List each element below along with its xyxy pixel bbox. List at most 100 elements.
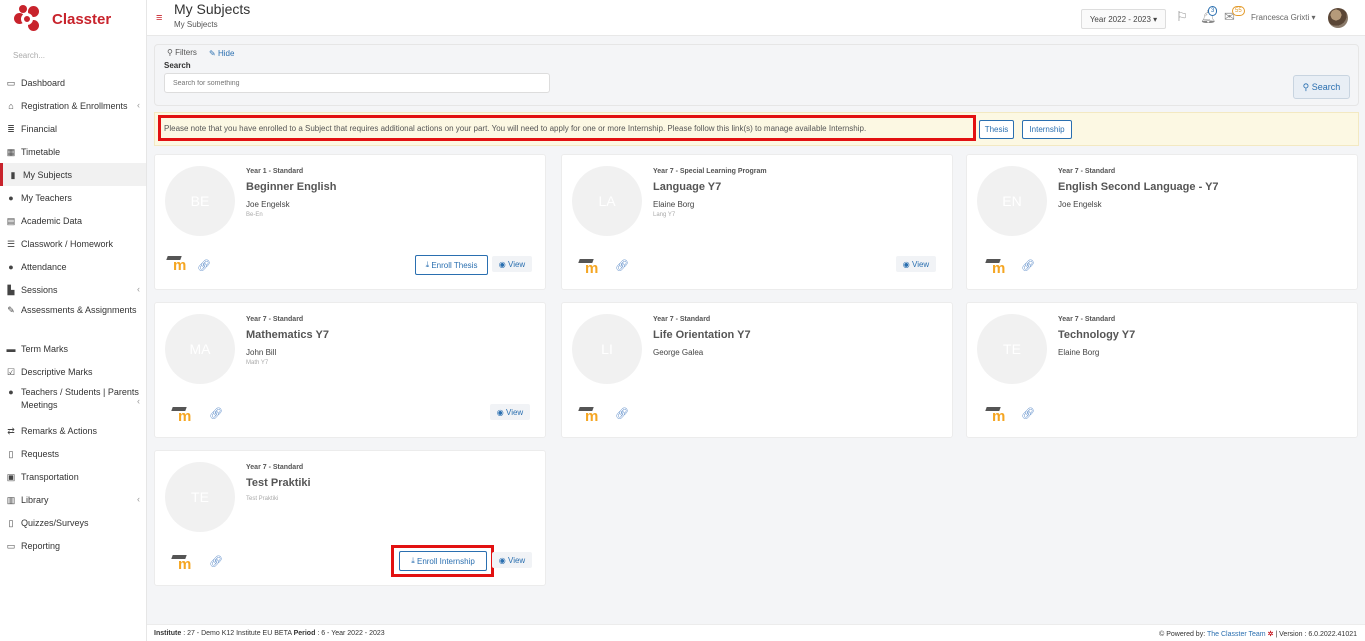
- footer-credits: © Powered by: The Classter Team ✲ | Vers…: [1159, 630, 1357, 638]
- sidebar-item-classwork[interactable]: ☰ Classwork / Homework: [0, 232, 146, 255]
- sidebar-item-remarks[interactable]: ⇄ Remarks & Actions: [0, 419, 146, 442]
- sidebar-item-library[interactable]: ▥ Library ‹: [0, 488, 146, 511]
- card-icon: ▬: [6, 343, 16, 354]
- id-card-icon: ▤: [6, 215, 16, 226]
- subject-teacher: Joe Engelsk: [1058, 200, 1102, 209]
- thesis-button[interactable]: Thesis: [979, 120, 1014, 139]
- view-button[interactable]: ◉ View: [490, 404, 530, 420]
- sidebar-item-attendance[interactable]: ● Attendance: [0, 255, 146, 278]
- messages-badge: 55: [1232, 6, 1245, 16]
- check-square-icon: ☑: [6, 366, 16, 377]
- sidebar-item-transportation[interactable]: ▣ Transportation: [0, 465, 146, 488]
- view-button[interactable]: ◉ View: [492, 552, 532, 568]
- search-button[interactable]: ⚲ Search: [1293, 75, 1350, 99]
- sidebar-item-registration[interactable]: ⌂ Registration & Enrollments ‹: [0, 94, 146, 117]
- clipboard-icon: ▯: [8, 517, 14, 528]
- link-icon[interactable]: 🔗︎: [209, 555, 223, 568]
- subject-teacher: John Bill: [246, 348, 277, 357]
- view-label: View: [506, 407, 524, 417]
- link-icon[interactable]: 🔗︎: [1021, 259, 1035, 272]
- menu-toggle-icon[interactable]: ≡: [156, 12, 162, 24]
- sidebar-item-requests[interactable]: ▯ Requests: [0, 442, 146, 465]
- link-icon[interactable]: 🔗︎: [615, 259, 629, 272]
- institute-label: Institute: [154, 630, 182, 637]
- sidebar-item-academic-data[interactable]: ▤ Academic Data: [0, 209, 146, 232]
- subject-meta: Year 1 - Standard: [246, 168, 304, 175]
- sidebar-item-label: Descriptive Marks: [21, 366, 93, 377]
- sidebar-item-descriptive-marks[interactable]: ☑ Descriptive Marks: [0, 360, 146, 383]
- hide-filters-link[interactable]: ✎ Hide: [209, 49, 234, 58]
- moodle-icon[interactable]: m: [171, 555, 196, 572]
- subject-title: Language Y7: [653, 181, 722, 193]
- view-button[interactable]: ◉ View: [492, 256, 532, 272]
- chevron-left-icon: ‹: [137, 99, 140, 110]
- enroll-thesis-button[interactable]: ⤓ Enroll Thesis: [415, 255, 488, 275]
- breadcrumb[interactable]: My Subjects: [174, 20, 218, 29]
- sidebar-item-term-marks[interactable]: ▬ Term Marks: [0, 337, 146, 360]
- footer-info: Institute : 27 - Demo K12 Institute EU B…: [154, 630, 385, 637]
- moodle-icon[interactable]: m: [171, 407, 196, 424]
- footer: Institute : 27 - Demo K12 Institute EU B…: [147, 624, 1365, 641]
- sidebar-item-my-teachers[interactable]: ● My Teachers: [0, 186, 146, 209]
- user-name: Francesca Grixti: [1251, 13, 1310, 22]
- sidebar-item-label: Term Marks: [21, 343, 68, 354]
- sidebar-item-assessments[interactable]: ✎ Assessments & Assignments: [0, 301, 146, 337]
- subject-avatar: TE: [165, 462, 235, 532]
- sidebar-item-financial[interactable]: ≣ Financial: [0, 117, 146, 140]
- sidebar-item-meetings[interactable]: ● Teachers / Students | Parents Meetings ‹: [0, 383, 146, 419]
- period-label: Period: [293, 630, 316, 637]
- sidebar-item-label: Attendance: [21, 261, 67, 272]
- subject-card: LA Year 7 - Special Learning Program Lan…: [561, 154, 953, 290]
- classter-logo[interactable]: Classter: [14, 5, 111, 32]
- sidebar-item-label: Transportation: [21, 471, 79, 482]
- edit-icon: ✎: [7, 305, 15, 315]
- subject-meta: Year 7 - Standard: [246, 316, 304, 323]
- subject-code: Be-En: [246, 212, 263, 218]
- internship-button[interactable]: Internship: [1022, 120, 1072, 139]
- sidebar-item-label: Dashboard: [21, 77, 66, 88]
- hide-label: Hide: [217, 49, 235, 58]
- subject-title: Technology Y7: [1058, 329, 1136, 341]
- sidebar-item-label: Remarks & Actions: [21, 425, 98, 436]
- random-icon: ⇄: [7, 425, 15, 436]
- user-menu[interactable]: Francesca Grixti ▾: [1251, 13, 1315, 22]
- version-label: | Version : 6.0.2022.41021: [1275, 631, 1357, 638]
- moodle-icon[interactable]: m: [166, 256, 191, 273]
- year-select[interactable]: Year 2022 - 2023 ▾: [1081, 9, 1166, 29]
- view-label: View: [508, 259, 526, 269]
- subject-card: TE Year 7 - Standard Technology Y7 Elain…: [966, 302, 1358, 438]
- sidebar-item-dashboard[interactable]: ▭ Dashboard: [0, 71, 146, 94]
- enroll-internship-button[interactable]: ⤓ Enroll Internship: [399, 551, 487, 571]
- moodle-icon[interactable]: m: [578, 407, 603, 424]
- sidebar-item-my-subjects[interactable]: ▮ My Subjects: [0, 163, 146, 186]
- search-input[interactable]: [164, 73, 550, 93]
- sidebar-search-input[interactable]: Search...: [13, 51, 45, 60]
- link-icon[interactable]: 🔗︎: [615, 407, 629, 420]
- flag-icon[interactable]: ⚐: [1176, 9, 1188, 25]
- avatar[interactable]: [1328, 8, 1348, 28]
- link-icon[interactable]: 🔗︎: [197, 259, 211, 272]
- sidebar-item-reporting[interactable]: ▭ Reporting: [0, 534, 146, 557]
- subject-avatar: LA: [572, 166, 642, 236]
- subject-meta: Year 7 - Standard: [653, 316, 711, 323]
- sidebar-item-sessions[interactable]: ▙ Sessions ‹: [0, 278, 146, 301]
- library-icon: ▥: [6, 494, 16, 505]
- classter-team-link[interactable]: The Classter Team: [1207, 631, 1266, 638]
- classter-small-logo-icon: ✲: [1267, 631, 1274, 638]
- users-icon: ●: [8, 192, 14, 203]
- view-button[interactable]: ◉ View: [896, 256, 936, 272]
- year-select-value: Year 2022 - 2023: [1089, 14, 1151, 24]
- sidebar-item-label: Assessments & Assignments: [21, 305, 137, 315]
- sidebar-item-quizzes[interactable]: ▯ Quizzes/Surveys: [0, 511, 146, 534]
- moodle-icon[interactable]: m: [985, 407, 1010, 424]
- print-icon: ▭: [6, 540, 16, 551]
- download-icon: ⤓: [425, 260, 430, 269]
- sidebar-item-label: Quizzes/Surveys: [21, 517, 89, 528]
- filters-toggle[interactable]: ⚲ Filters: [167, 48, 197, 57]
- sidebar-item-label: My Subjects: [23, 169, 73, 180]
- moodle-icon[interactable]: m: [985, 259, 1010, 276]
- link-icon[interactable]: 🔗︎: [1021, 407, 1035, 420]
- link-icon[interactable]: 🔗︎: [209, 407, 223, 420]
- sidebar-item-timetable[interactable]: ▦ Timetable: [0, 140, 146, 163]
- moodle-icon[interactable]: m: [578, 259, 603, 276]
